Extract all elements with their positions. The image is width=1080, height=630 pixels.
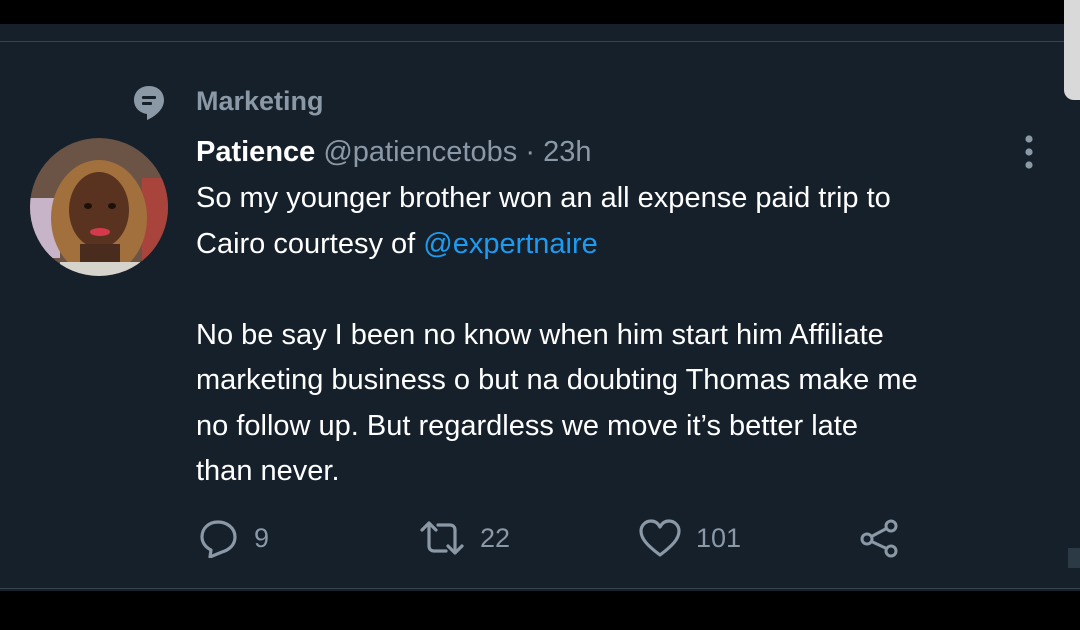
reply-icon bbox=[200, 520, 237, 558]
tweet-line: Cairo courtesy of @expertnaire bbox=[196, 222, 1056, 268]
like-count: 101 bbox=[696, 522, 742, 553]
display-name[interactable]: Patience bbox=[196, 136, 315, 168]
divider bbox=[0, 41, 1080, 42]
timestamp[interactable]: 23h bbox=[543, 136, 591, 168]
status-bar bbox=[0, 0, 1080, 24]
tweet-line: marketing business o but na doubting Tho… bbox=[196, 364, 918, 396]
like-button[interactable]: 101 bbox=[638, 516, 741, 560]
user-handle[interactable]: @patiencetobs bbox=[323, 136, 517, 168]
bottom-bar bbox=[0, 591, 1080, 630]
retweet-icon bbox=[420, 521, 464, 555]
share-icon bbox=[860, 519, 898, 558]
scroll-indicator bbox=[1068, 548, 1080, 568]
tweet-line-text: Cairo courtesy of bbox=[196, 227, 424, 260]
topic-icon bbox=[134, 86, 164, 120]
topic-label[interactable]: Marketing bbox=[196, 86, 324, 117]
tweet-line: no follow up. But regardless we move it’… bbox=[196, 409, 858, 442]
tweet-text: So my younger brother won an all expense… bbox=[196, 176, 1056, 495]
retweet-button[interactable]: 22 bbox=[418, 516, 510, 560]
avatar-image bbox=[30, 138, 168, 276]
tweet-line: No be say I been no know when him start … bbox=[196, 318, 884, 351]
scrollbar-thumb[interactable] bbox=[1064, 0, 1080, 100]
more-options-icon[interactable] bbox=[1014, 132, 1044, 172]
divider bbox=[0, 588, 1080, 589]
tweet-line: than never. bbox=[196, 455, 340, 487]
avatar[interactable] bbox=[30, 138, 168, 276]
reply-button[interactable]: 9 bbox=[198, 516, 269, 560]
like-icon bbox=[639, 519, 681, 557]
share-button[interactable] bbox=[858, 516, 902, 560]
reply-count: 9 bbox=[254, 522, 270, 553]
separator: · bbox=[525, 136, 535, 168]
mention-link[interactable]: @expertnaire bbox=[423, 228, 598, 260]
tweet-header: Patience @patiencetobs · 23h bbox=[196, 134, 591, 170]
tweet-line: So my younger brother won an all expense… bbox=[196, 182, 891, 214]
retweet-count: 22 bbox=[480, 522, 511, 553]
